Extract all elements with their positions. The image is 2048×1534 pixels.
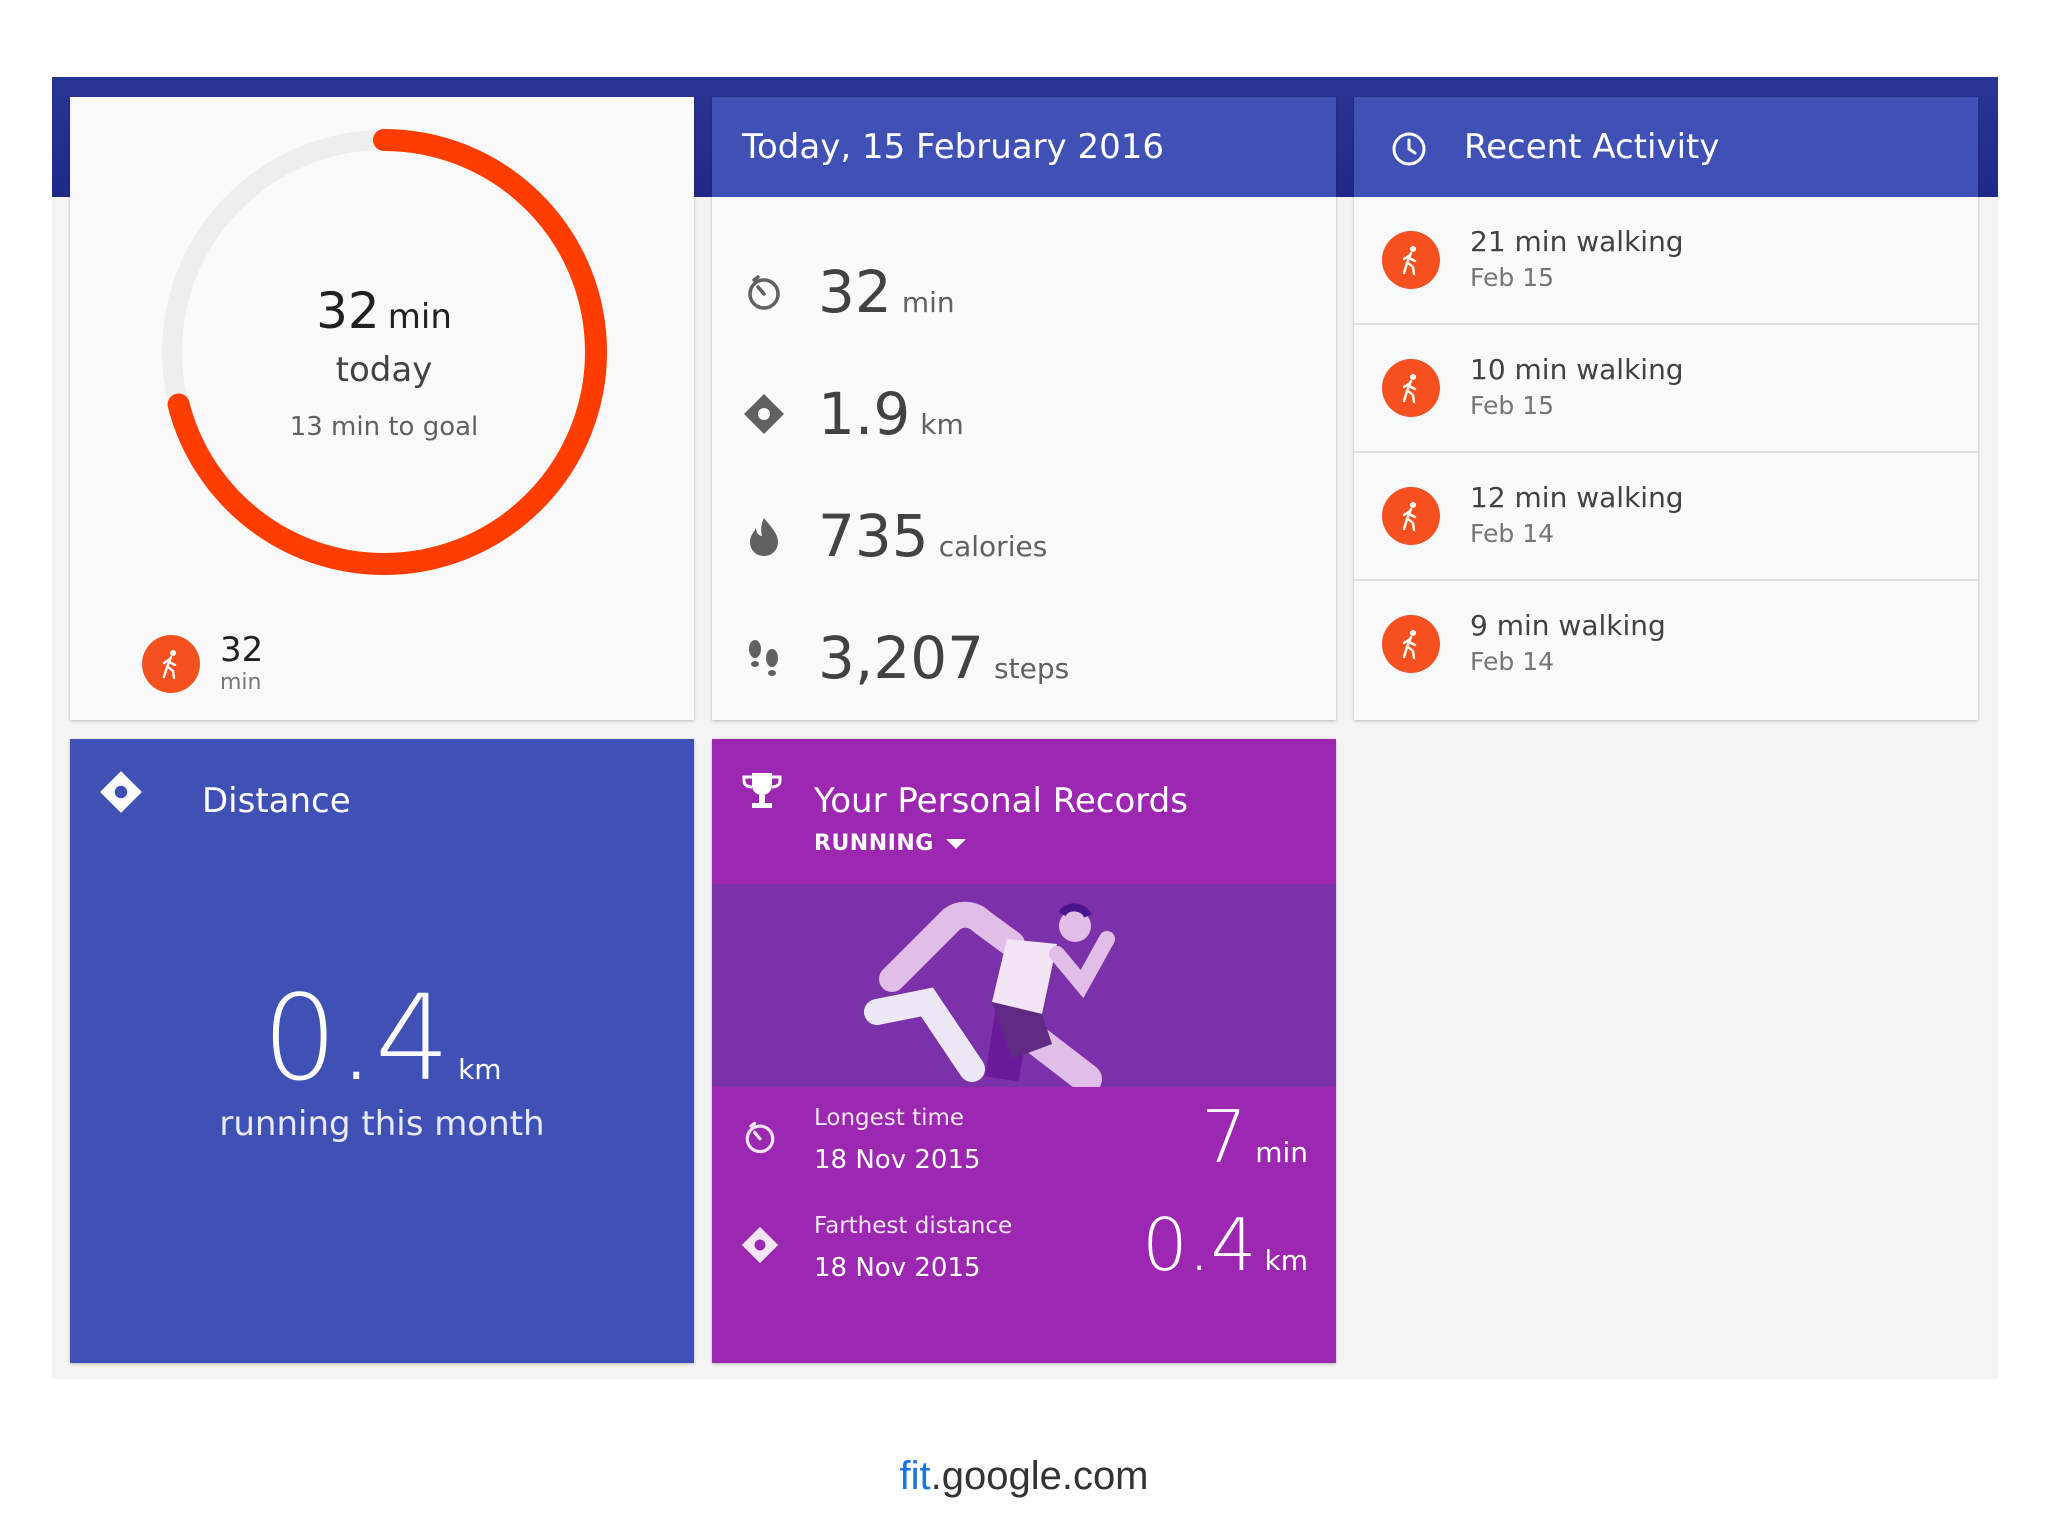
stat-calories-unit: calories xyxy=(938,530,1048,563)
personal-records-card[interactable]: Your Personal Records RUNNING Longest ti… xyxy=(712,739,1336,1363)
activity-item[interactable]: 9 min walking Feb 14 xyxy=(1354,581,1978,709)
record-label: Longest time xyxy=(814,1105,965,1131)
stat-row-calories: 735 calories xyxy=(712,481,1336,591)
stat-time-unit: min xyxy=(901,286,955,319)
stat-steps-unit: steps xyxy=(994,652,1070,685)
records-title: Your Personal Records xyxy=(814,781,1188,821)
goal-card[interactable]: 32 min today 13 min to goal 32 min xyxy=(70,97,694,720)
stat-calories: 735 calories xyxy=(818,502,1047,570)
stat-calories-value: 735 xyxy=(818,502,929,570)
stat-row-time: 32 min xyxy=(712,237,1336,347)
footer-url[interactable]: fit.google.com xyxy=(0,1454,2048,1499)
dashboard: 32 min today 13 min to goal 32 min Today,… xyxy=(52,77,1998,1379)
sport-label: RUNNING xyxy=(814,831,934,856)
record-date: 18 Nov 2015 xyxy=(814,1253,981,1283)
goal-value: 32 min xyxy=(154,282,614,340)
activity-date: Feb 15 xyxy=(1470,391,1555,420)
clock-icon xyxy=(1392,132,1426,166)
walking-icon xyxy=(1382,487,1440,545)
pin-icon xyxy=(741,1226,779,1264)
trophy-icon xyxy=(742,773,782,808)
record-value: 7 min xyxy=(1201,1095,1308,1179)
goal-unit: min xyxy=(387,297,452,337)
activity-date: Feb 14 xyxy=(1470,519,1555,548)
record-number: 7 xyxy=(1201,1095,1248,1179)
goal-remaining: 13 min to goal xyxy=(289,412,479,442)
distance-title: Distance xyxy=(202,781,351,821)
pin-icon xyxy=(100,771,142,813)
activity-title: 10 min walking xyxy=(1470,353,1684,386)
distance-card[interactable]: Distance 0.4 km running this month xyxy=(70,739,694,1363)
walking-icon xyxy=(1382,231,1440,289)
activity-item[interactable]: 12 min walking Feb 14 xyxy=(1354,453,1978,581)
timer-icon xyxy=(745,1121,775,1154)
stat-steps: 3,207 steps xyxy=(818,624,1069,692)
record-row-time: Longest time 18 Nov 2015 7 min xyxy=(712,1087,1336,1195)
activity-date: Feb 14 xyxy=(1470,647,1555,676)
activity-title: 21 min walking xyxy=(1470,225,1684,258)
records-header: Your Personal Records RUNNING xyxy=(712,739,1336,884)
stat-time: 32 min xyxy=(818,258,955,326)
footer-domain: .google.com xyxy=(930,1454,1149,1498)
timer-icon xyxy=(748,275,780,310)
walking-icon xyxy=(142,635,200,693)
walking-icon xyxy=(1382,359,1440,417)
record-label: Farthest distance xyxy=(814,1213,1013,1239)
recent-activity-card[interactable]: Recent Activity 21 min walking Feb 15 10… xyxy=(1354,97,1978,720)
activity-item[interactable]: 21 min walking Feb 15 xyxy=(1354,197,1978,325)
flame-icon xyxy=(750,518,778,556)
record-unit: min xyxy=(1255,1136,1308,1169)
distance-subtitle: running this month xyxy=(219,1104,545,1144)
activity-title: 12 min walking xyxy=(1470,481,1684,514)
activity-date: Feb 15 xyxy=(1470,263,1555,292)
record-date: 18 Nov 2015 xyxy=(814,1145,981,1175)
stat-row-steps: 3,207 steps xyxy=(712,603,1336,713)
stat-row-distance: 1.9 km xyxy=(712,359,1336,469)
walking-icon xyxy=(1382,615,1440,673)
distance-number: 0.4 xyxy=(262,969,451,1107)
distance-unit: km xyxy=(458,1053,502,1086)
stat-distance: 1.9 km xyxy=(818,380,964,448)
distance-value: 0.4 km xyxy=(70,969,694,1107)
record-unit: km xyxy=(1264,1244,1309,1277)
stat-steps-value: 3,207 xyxy=(818,624,985,692)
mini-value: 32 xyxy=(220,630,264,670)
recent-title: Recent Activity xyxy=(1464,127,1720,167)
activity-title: 9 min walking xyxy=(1470,609,1666,642)
record-number: 0.4 xyxy=(1141,1203,1257,1287)
record-row-distance: Farthest distance 18 Nov 2015 0.4 km xyxy=(712,1195,1336,1303)
dropdown-caret-icon xyxy=(945,839,966,849)
today-title: Today, 15 February 2016 xyxy=(742,127,1165,167)
recent-header: Recent Activity xyxy=(1354,97,1978,197)
today-header: Today, 15 February 2016 xyxy=(712,97,1336,197)
runner-illustration xyxy=(712,884,1336,1087)
record-value: 0.4 km xyxy=(1142,1203,1308,1287)
footer-fit: fit xyxy=(899,1454,931,1498)
sport-dropdown[interactable]: RUNNING xyxy=(814,831,966,856)
today-card[interactable]: Today, 15 February 2016 32 min 1.9 km 735 c… xyxy=(712,97,1336,720)
stat-time-value: 32 xyxy=(818,258,892,326)
footsteps-icon xyxy=(749,640,778,676)
mini-unit: min xyxy=(220,670,262,695)
activity-item[interactable]: 10 min walking Feb 15 xyxy=(1354,325,1978,453)
stat-distance-unit: km xyxy=(920,408,964,441)
stat-distance-value: 1.9 xyxy=(818,380,911,448)
goal-summary: 32 min today 13 min to goal xyxy=(154,122,614,582)
goal-number: 32 xyxy=(316,282,380,340)
goal-label: today xyxy=(335,350,433,390)
pin-icon xyxy=(744,394,784,434)
